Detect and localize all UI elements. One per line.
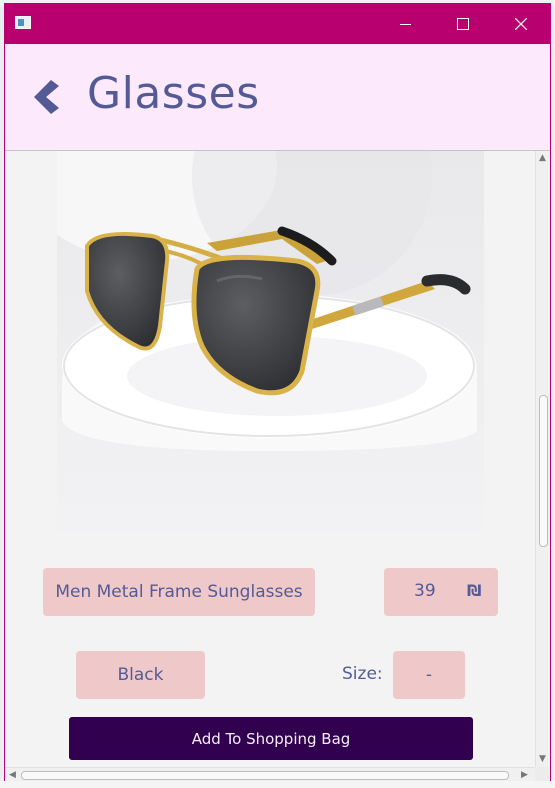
price-box: 39 ₪: [384, 568, 498, 616]
scroll-down-icon[interactable]: ▼: [539, 754, 546, 764]
horizontal-scrollbar[interactable]: ◀ ▶: [5, 767, 535, 782]
size-selector[interactable]: -: [393, 651, 465, 699]
size-label: Size:: [342, 664, 383, 684]
chevron-left-icon[interactable]: [29, 77, 65, 117]
app-window: Glasses Men Metal Frame Sunglasses 39 ₪ …: [4, 3, 551, 783]
close-button[interactable]: [498, 4, 544, 44]
horizontal-scroll-thumb[interactable]: [21, 771, 509, 780]
scroll-left-icon[interactable]: ◀: [9, 770, 16, 780]
maximize-button[interactable]: [440, 4, 486, 44]
minimize-icon: [399, 23, 411, 25]
product-name: Men Metal Frame Sunglasses: [43, 568, 315, 616]
title-bar[interactable]: [5, 4, 550, 44]
scroll-up-icon[interactable]: ▲: [539, 153, 546, 163]
color-selector[interactable]: Black: [76, 651, 205, 699]
sunglasses-photo: [57, 151, 484, 533]
price-value: 39: [414, 581, 436, 601]
java-window-icon: [15, 16, 31, 29]
scroll-right-icon[interactable]: ▶: [521, 770, 528, 780]
close-icon: [515, 18, 527, 30]
add-to-shopping-bag-button[interactable]: Add To Shopping Bag: [69, 717, 473, 760]
background-ide-bottom: [0, 781, 555, 788]
product-detail: Men Metal Frame Sunglasses 39 ₪ Black Si…: [5, 151, 535, 767]
minimize-button[interactable]: [382, 4, 428, 44]
page-title: Glasses: [87, 68, 260, 119]
currency-symbol: ₪: [467, 581, 482, 600]
maximize-icon: [457, 18, 469, 30]
vertical-scrollbar[interactable]: ▲ ▼: [535, 151, 550, 767]
page-header: Glasses: [5, 44, 550, 151]
product-image: [57, 151, 484, 533]
scrollbar-corner: [535, 767, 550, 782]
vertical-scroll-thumb[interactable]: [539, 395, 548, 547]
